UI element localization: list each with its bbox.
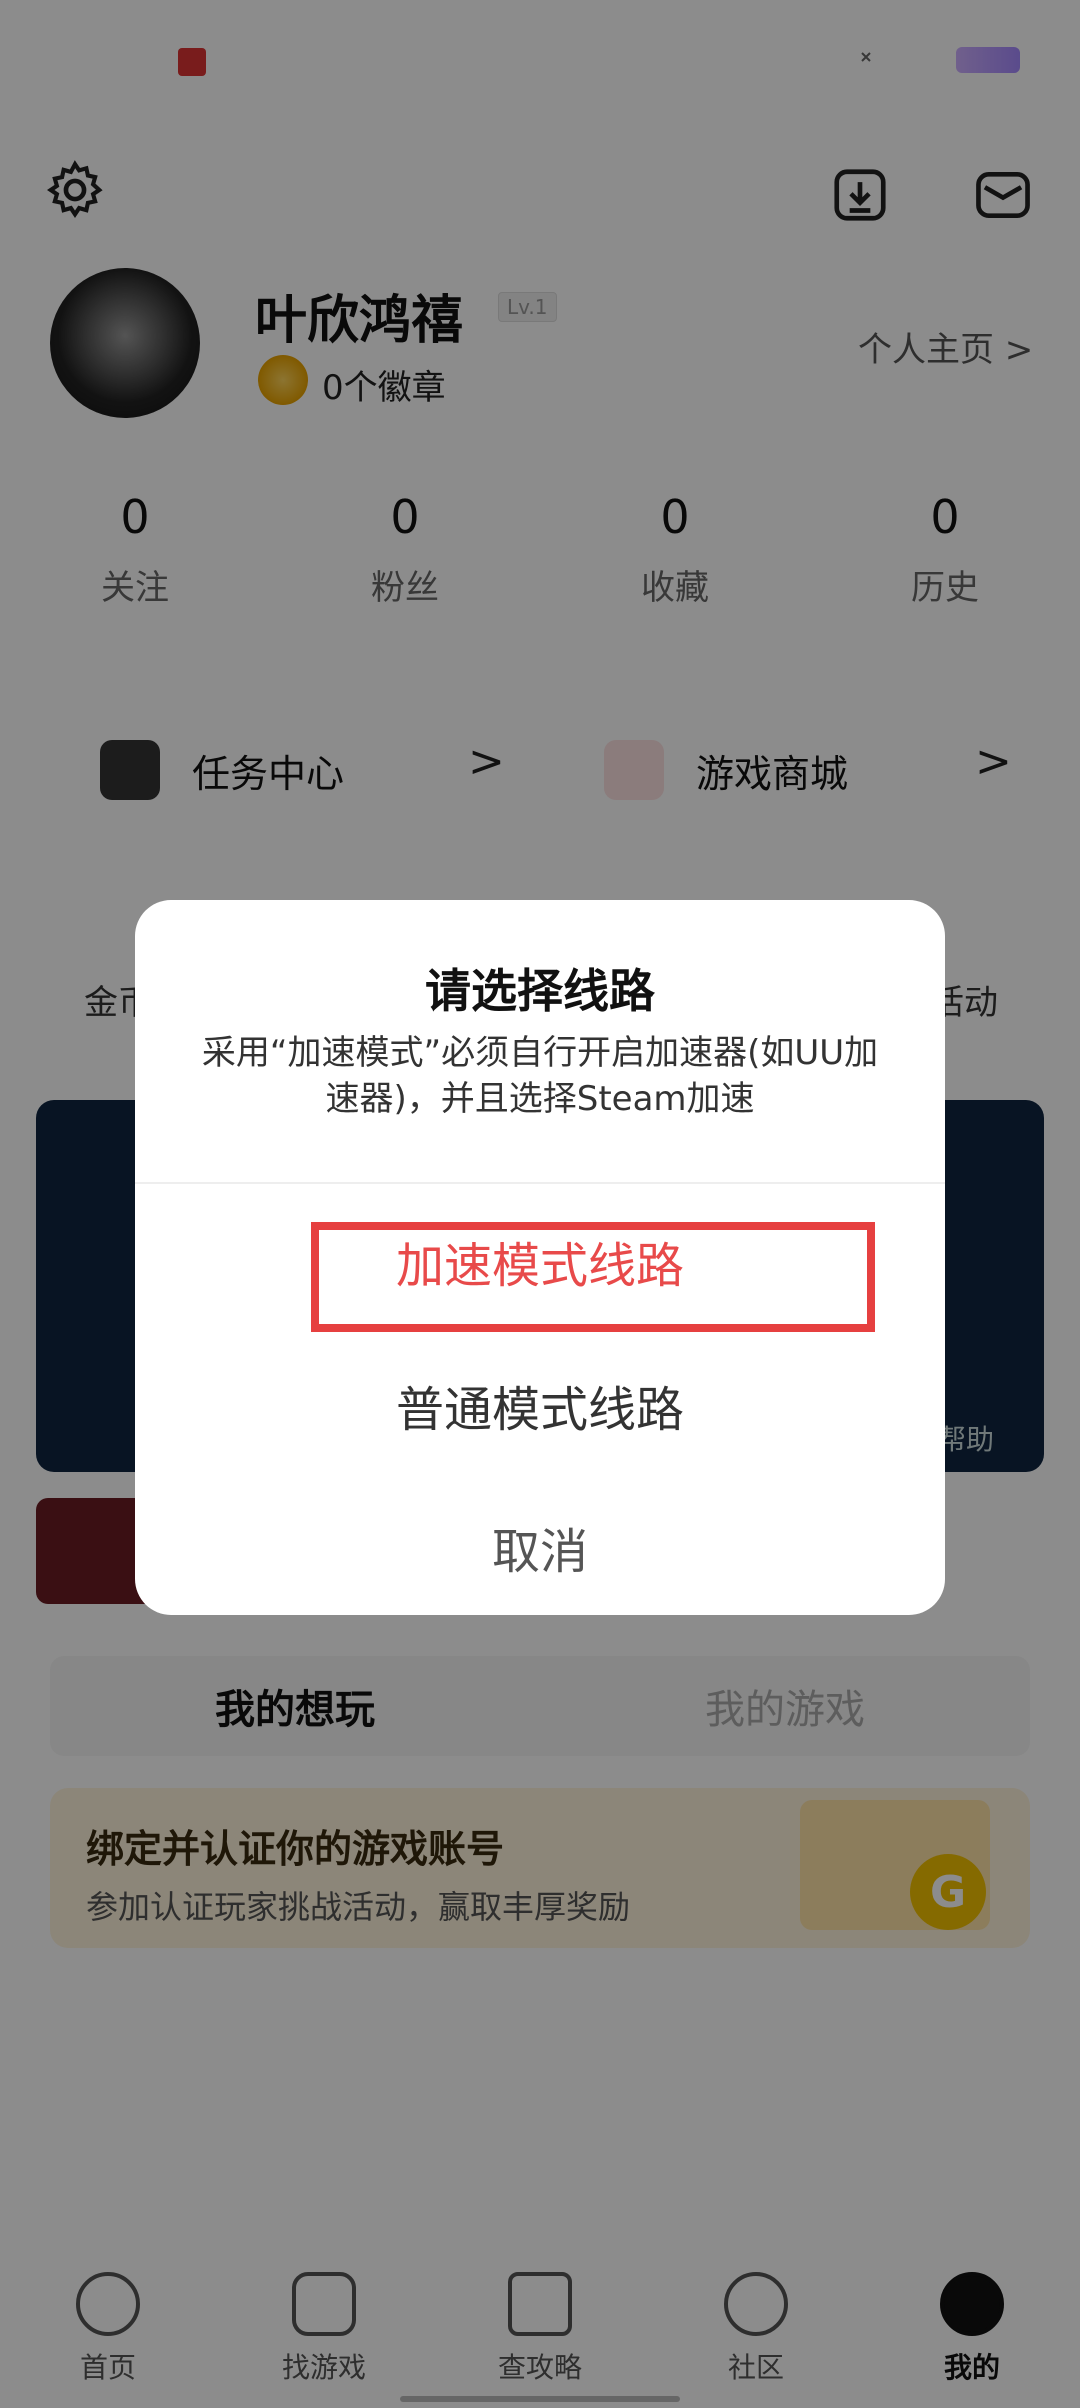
highlight-annotation-box bbox=[311, 1222, 875, 1332]
normal-route-option[interactable]: 普通模式线路 bbox=[135, 1370, 945, 1440]
dialog-title: 请选择线路 bbox=[425, 964, 655, 1018]
cancel-button[interactable]: 取消 bbox=[135, 1512, 945, 1582]
dialog-description: 采用“加速模式”必须自行开启加速器(如UU加速器)，并且选择Steam加速 bbox=[201, 1033, 879, 1119]
dialog-divider bbox=[135, 1182, 945, 1184]
